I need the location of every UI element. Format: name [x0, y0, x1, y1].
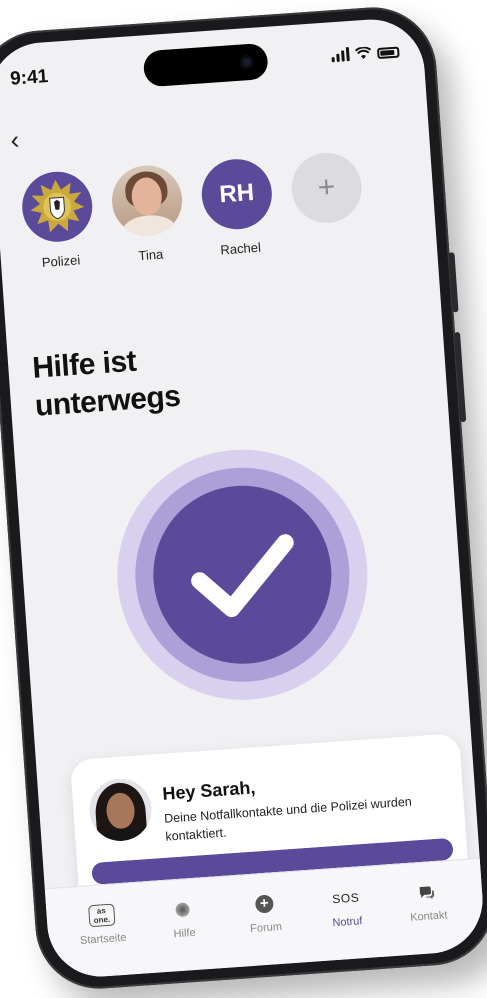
plus-circle-icon: +: [254, 894, 274, 914]
as-one-logo-icon: as one.: [87, 903, 116, 928]
checkmark-icon: [191, 534, 294, 618]
phone-frame: 9:41 ‹ Polizei Tina RH Rachel + Hilfe is…: [0, 3, 487, 993]
app-screen: 9:41 ‹ Polizei Tina RH Rachel + Hilfe is…: [0, 15, 487, 981]
tab-label: Startseite: [79, 931, 127, 947]
contact-list: Polizei Tina RH Rachel +: [17, 150, 369, 271]
status-icons: [331, 44, 400, 63]
greeting-title: Hey Sarah,: [161, 777, 256, 804]
plus-icon: +: [289, 150, 364, 226]
tab-startseite[interactable]: as one. Startseite: [66, 901, 141, 979]
contact-name: Polizei: [41, 252, 81, 270]
status-time: 9:41: [9, 66, 49, 90]
signal-icon: [331, 47, 350, 63]
contact-rachel[interactable]: RH Rachel: [196, 156, 279, 259]
dynamic-island: [142, 42, 269, 88]
avatar: [109, 163, 185, 238]
add-contact-button[interactable]: +: [286, 150, 369, 252]
wifi-icon: [354, 46, 372, 60]
side-button: [453, 331, 467, 423]
contact-polizei[interactable]: Polizei: [17, 169, 100, 271]
power-button: [448, 252, 459, 313]
page-title: Hilfe ist unterwegs: [31, 340, 181, 426]
police-badge-icon: [19, 169, 95, 245]
camera-icon: [239, 54, 255, 70]
tab-notruf[interactable]: SOS Notruf: [310, 884, 385, 962]
tab-label: Forum: [249, 920, 283, 936]
success-indicator: [108, 441, 376, 709]
contact-name: Rachel: [219, 239, 262, 258]
tab-kontakt[interactable]: Kontakt: [391, 878, 466, 956]
tab-label: Notruf: [332, 915, 363, 930]
avatar: [87, 776, 154, 843]
contact-name: Tina: [137, 246, 164, 264]
battery-icon: [376, 46, 400, 60]
tab-label: Kontakt: [409, 909, 448, 924]
contact-tina[interactable]: Tina: [107, 163, 190, 265]
back-chevron-icon[interactable]: ‹: [9, 124, 20, 155]
avatar-initials: RH: [199, 156, 275, 232]
sos-icon: SOS: [331, 890, 360, 907]
dot-icon: [175, 902, 191, 918]
tab-label: Hilfe: [173, 926, 197, 941]
tab-forum[interactable]: + Forum: [229, 890, 304, 968]
chat-bubbles-icon: [419, 886, 435, 900]
tab-hilfe[interactable]: Hilfe: [147, 895, 222, 973]
